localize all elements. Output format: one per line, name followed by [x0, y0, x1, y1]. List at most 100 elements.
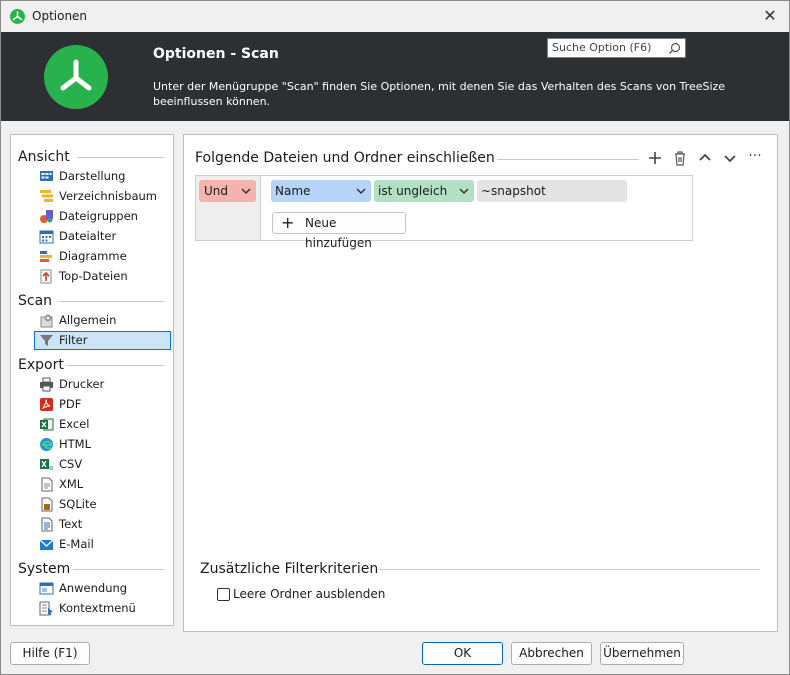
- display-grid-icon: [39, 169, 54, 184]
- sidebar-item-label: Diagramme: [59, 249, 127, 263]
- sidebar-item-verzeichnisbaum[interactable]: Verzeichnisbaum: [35, 187, 171, 206]
- sidebar-item-label: Excel: [59, 417, 90, 431]
- sidebar-item-label: PDF: [59, 397, 82, 411]
- sidebar-item-xml[interactable]: XML: [35, 475, 171, 494]
- section-title-additional: Zusätzliche Filterkriterien: [200, 561, 379, 577]
- treesize-app-icon: [10, 9, 25, 24]
- sidebar-item-html[interactable]: HTML: [35, 435, 171, 454]
- delete-trash-icon[interactable]: [671, 149, 689, 167]
- options-header: Optionen - Scan Unter der Menügruppe "Sc…: [1, 32, 789, 121]
- filter-icon: [39, 333, 54, 348]
- top-files-icon: [39, 269, 54, 284]
- sidebar-item-csv[interactable]: CSV: [35, 455, 171, 474]
- chevron-down-icon: [241, 180, 251, 209]
- move-down-chevron-icon[interactable]: [721, 149, 739, 167]
- excel-icon: [39, 417, 54, 432]
- search-option-input[interactable]: Suche Option (F6): [547, 38, 686, 58]
- search-placeholder: Suche Option (F6): [552, 41, 652, 54]
- calendar-icon: [39, 229, 54, 244]
- rule-operator-column: Und: [196, 176, 261, 240]
- sidebar-item-dateigruppen[interactable]: Dateigruppen: [35, 207, 171, 226]
- group-scan: Scan: [18, 293, 53, 309]
- group-system: System: [18, 561, 71, 577]
- plus-icon: +: [281, 213, 295, 232]
- help-button[interactable]: Hilfe (F1): [10, 642, 90, 665]
- comparison-dropdown[interactable]: ist ungleich: [374, 180, 474, 202]
- group-ansicht: Ansicht: [18, 149, 70, 165]
- file-groups-icon: [39, 209, 54, 224]
- chevron-down-icon: [356, 180, 366, 209]
- treesize-logo: [44, 45, 108, 109]
- operator-dropdown[interactable]: Und: [199, 180, 256, 202]
- edge-browser-icon: [39, 437, 54, 452]
- sidebar-item-label: CSV: [59, 457, 83, 471]
- field-name-dropdown[interactable]: Name: [271, 180, 371, 202]
- comparison-value: ist ungleich: [378, 184, 448, 198]
- group-export: Export: [18, 357, 64, 373]
- add-rule-plus-icon[interactable]: [646, 149, 664, 167]
- sidebar-item-sqlite[interactable]: SQLite: [35, 495, 171, 514]
- search-icon[interactable]: [668, 42, 681, 58]
- options-window: Optionen ✕ Optionen - Scan Unter der Men…: [0, 0, 790, 675]
- move-up-chevron-icon[interactable]: [696, 149, 714, 167]
- sidebar-item-label: Dateialter: [59, 229, 117, 243]
- sidebar-item-text[interactable]: Text: [35, 515, 171, 534]
- sidebar-item-excel[interactable]: Excel: [35, 415, 171, 434]
- hide-empty-folders-checkbox[interactable]: [217, 588, 230, 601]
- settings-general-icon: [39, 313, 54, 328]
- pdf-icon: [39, 397, 54, 412]
- sidebar-item-dateialter[interactable]: Dateialter: [35, 227, 171, 246]
- group-divider: [67, 365, 164, 366]
- cancel-button[interactable]: Abbrechen: [511, 642, 592, 665]
- hide-empty-folders-label: Leere Ordner ausblenden: [233, 587, 386, 601]
- sidebar-item-top-dateien[interactable]: Top-Dateien: [35, 267, 171, 286]
- sidebar-item-label: SQLite: [59, 497, 97, 511]
- field-name-value: Name: [275, 184, 311, 198]
- context-menu-icon: [39, 601, 54, 616]
- sidebar-item-label: Dateigruppen: [59, 209, 138, 223]
- sidebar-item-label: Filter: [59, 333, 88, 347]
- page-title: Optionen - Scan: [153, 46, 279, 62]
- group-divider: [77, 157, 164, 158]
- section-divider: [497, 159, 639, 160]
- sidebar-item-label: Anwendung: [59, 581, 128, 595]
- sqlite-database-icon: [39, 497, 54, 512]
- group-divider: [73, 569, 164, 570]
- xml-file-icon: [39, 477, 54, 492]
- operator-value: Und: [204, 184, 229, 198]
- sidebar-item-pdf[interactable]: PDF: [35, 395, 171, 414]
- bar-chart-icon: [39, 249, 54, 264]
- sidebar-item-darstellung[interactable]: Darstellung: [35, 167, 171, 186]
- sidebar-item-diagramme[interactable]: Diagramme: [35, 247, 171, 266]
- filter-rule-group: Und Name ist ungleich ~snapshot + Neue h…: [195, 175, 693, 250]
- sidebar-item-email[interactable]: E-Mail: [35, 535, 171, 554]
- filter-settings-panel: Folgende Dateien und Ordner einschließen…: [183, 134, 778, 632]
- sidebar-item-allgemein[interactable]: Allgemein: [35, 311, 171, 330]
- sidebar-item-kontextmenu[interactable]: Kontextmenü: [35, 599, 171, 618]
- section-divider: [379, 569, 760, 570]
- sidebar-item-label: Allgemein: [59, 313, 117, 327]
- section-title-include: Folgende Dateien und Ordner einschließen: [195, 150, 495, 166]
- sidebar-item-label: XML: [59, 477, 84, 491]
- printer-icon: [39, 377, 54, 392]
- add-new-rule-button[interactable]: + Neue hinzufügen: [272, 212, 406, 250]
- ok-button[interactable]: OK: [422, 642, 503, 665]
- more-options-icon[interactable]: ···: [746, 148, 764, 166]
- sidebar-item-label: Drucker: [59, 377, 105, 391]
- add-button-label: Neue hinzufügen: [305, 216, 372, 250]
- mail-icon: [39, 537, 54, 552]
- close-icon[interactable]: ✕: [759, 5, 781, 27]
- sidebar-item-anwendung[interactable]: Anwendung: [35, 579, 171, 598]
- text-file-icon: [39, 517, 54, 532]
- sidebar-item-filter[interactable]: Filter: [34, 331, 171, 350]
- sidebar-item-drucker[interactable]: Drucker: [35, 375, 171, 394]
- page-description: Unter der Menügruppe "Scan" finden Sie O…: [153, 80, 726, 108]
- apply-button[interactable]: Übernehmen: [600, 642, 684, 665]
- sidebar-item-label: Kontextmenü: [59, 601, 136, 615]
- chevron-down-icon: [459, 180, 469, 209]
- value-input[interactable]: ~snapshot: [477, 180, 627, 202]
- sidebar-item-label: Text: [59, 517, 83, 531]
- window-title: Optionen: [32, 9, 88, 23]
- csv-icon: [39, 457, 54, 472]
- group-divider: [59, 301, 164, 302]
